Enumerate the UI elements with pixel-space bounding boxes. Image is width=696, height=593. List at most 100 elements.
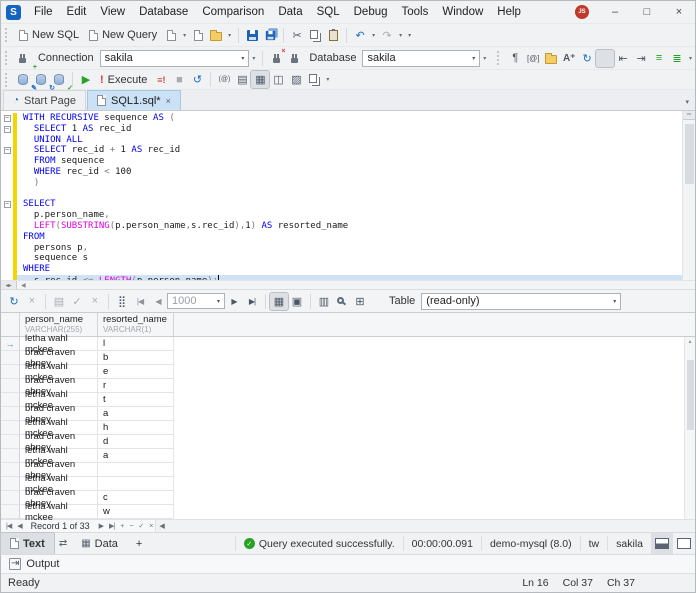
- code-line[interactable]: SELECT: [23, 199, 682, 210]
- row-selector[interactable]: [1, 477, 20, 491]
- record-cancel-button[interactable]: ×: [146, 523, 155, 530]
- page-last-button[interactable]: ▶|: [243, 293, 261, 310]
- table-row[interactable]: brad craven abneyr: [1, 379, 695, 393]
- navigate-button[interactable]: [542, 50, 560, 67]
- new-query-button[interactable]: New Query: [84, 28, 162, 42]
- grid-refresh-button[interactable]: ↻: [5, 293, 23, 310]
- code-line[interactable]: WITH RECURSIVE sequence AS (: [23, 113, 682, 124]
- record-add-button[interactable]: +: [117, 523, 126, 530]
- database-dropdown[interactable]: ▾: [480, 55, 489, 62]
- grid-cancel-button[interactable]: ×: [23, 293, 41, 310]
- export-doc-button[interactable]: ▤: [233, 71, 251, 88]
- cell-resorted-name[interactable]: w: [98, 505, 174, 519]
- table-row[interactable]: brad craven abneyb: [1, 351, 695, 365]
- uppercase-button[interactable]: A⁺: [560, 50, 578, 67]
- add-result-tab-button[interactable]: +: [127, 533, 151, 554]
- cell-resorted-name[interactable]: [98, 463, 174, 477]
- menu-tools[interactable]: Tools: [395, 1, 436, 23]
- record-prev-button[interactable]: ◀: [14, 522, 24, 530]
- new-document-dropdown[interactable]: ▾: [180, 32, 189, 39]
- profiler-button[interactable]: (@): [215, 71, 233, 88]
- row-selector[interactable]: [1, 379, 20, 393]
- layout-button[interactable]: ◫: [269, 71, 287, 88]
- scrollbar-thumb[interactable]: [685, 124, 694, 184]
- code-area[interactable]: WITH RECURSIVE sequence AS ( SELECT 1 AS…: [17, 111, 682, 280]
- row-selector[interactable]: [1, 351, 20, 365]
- editor-vertical-scrollbar[interactable]: ═: [682, 111, 695, 280]
- cell-resorted-name[interactable]: h: [98, 421, 174, 435]
- cut-button[interactable]: ✂: [288, 27, 306, 44]
- code-line[interactable]: s.rec_id <= LENGTH(p.person_name);: [17, 275, 682, 280]
- comment-button[interactable]: ¶: [506, 50, 524, 67]
- indent-increase-button[interactable]: ⇥: [632, 50, 650, 67]
- table-row[interactable]: letha wahl mckee: [1, 477, 695, 491]
- new-sql-button[interactable]: New SQL: [14, 28, 84, 42]
- scroll-left-icon[interactable]: ◀: [17, 282, 30, 289]
- fold-marker[interactable]: −: [1, 199, 13, 210]
- record-delete-button[interactable]: −: [126, 523, 135, 530]
- split-editor-handle[interactable]: ═: [683, 111, 695, 120]
- grid-export-button[interactable]: ▤: [50, 293, 68, 310]
- record-first-button[interactable]: |◀: [3, 522, 14, 530]
- cell-resorted-name[interactable]: l: [98, 337, 174, 351]
- menu-sql[interactable]: SQL: [310, 1, 347, 23]
- transpose-button[interactable]: ▥: [315, 293, 333, 310]
- format-overflow-dropdown[interactable]: ▾: [686, 55, 695, 62]
- connection-dropdown[interactable]: ▾: [249, 55, 258, 62]
- tab-start-page[interactable]: ◔ Start Page: [3, 90, 86, 110]
- page-size-select[interactable]: 1000 ▾: [167, 293, 225, 309]
- results-grid-button[interactable]: ▦: [251, 71, 269, 88]
- cell-resorted-name[interactable]: a: [98, 407, 174, 421]
- grid-search-button[interactable]: [333, 293, 351, 310]
- toolbar-grip[interactable]: [497, 51, 501, 65]
- code-line[interactable]: ): [23, 178, 682, 189]
- table-row[interactable]: letha wahl mckeet: [1, 393, 695, 407]
- table-select[interactable]: (read-only) ▾: [421, 293, 621, 310]
- tab-data[interactable]: ▦ Data: [72, 533, 127, 554]
- swap-panes-button[interactable]: ⇄: [54, 538, 72, 549]
- table-row[interactable]: letha wahl mckeeh: [1, 421, 695, 435]
- cell-resorted-name[interactable]: r: [98, 379, 174, 393]
- fold-marker[interactable]: −: [1, 124, 13, 135]
- maximize-button[interactable]: □: [631, 1, 663, 23]
- run-button[interactable]: ▶: [77, 71, 95, 88]
- new-connection-plug-button[interactable]: +: [14, 50, 32, 67]
- cell-resorted-name[interactable]: b: [98, 351, 174, 365]
- paste-button[interactable]: [324, 27, 342, 44]
- tab-text[interactable]: Text: [1, 533, 54, 554]
- row-selector[interactable]: [1, 463, 20, 477]
- split-handle[interactable]: ◂▸: [1, 281, 17, 289]
- menu-window[interactable]: Window: [435, 1, 490, 23]
- refresh-code-button[interactable]: ↻: [578, 50, 596, 67]
- row-selector[interactable]: [1, 491, 20, 505]
- table-row[interactable]: letha wahl mckeea: [1, 449, 695, 463]
- page-first-button[interactable]: |◀: [131, 293, 149, 310]
- block-indent-button[interactable]: ≣: [668, 50, 686, 67]
- new-document-button[interactable]: [162, 27, 180, 44]
- table-row[interactable]: brad craven abney: [1, 463, 695, 477]
- output-panel-tab[interactable]: ⇥ Output: [1, 554, 695, 573]
- table-row[interactable]: brad craven abneyd: [1, 435, 695, 449]
- indent-decrease-button[interactable]: ⇤: [614, 50, 632, 67]
- record-next-button[interactable]: ▶: [96, 522, 106, 530]
- code-line[interactable]: FROM sequence: [23, 156, 682, 167]
- code-line[interactable]: p.person_name,: [23, 210, 682, 221]
- save-button[interactable]: [243, 27, 261, 44]
- grid-revert-button[interactable]: ×: [86, 293, 104, 310]
- menu-file[interactable]: File: [27, 1, 60, 23]
- menu-edit[interactable]: Edit: [60, 1, 94, 23]
- open-file-dropdown[interactable]: ▾: [225, 32, 234, 39]
- split-horizontal-button[interactable]: [651, 533, 673, 554]
- row-selector[interactable]: [1, 449, 20, 463]
- tab-close-icon[interactable]: ×: [166, 96, 171, 106]
- database-select[interactable]: sakila ▾: [362, 50, 480, 67]
- cell-person-name[interactable]: letha wahl mckee: [20, 505, 98, 519]
- window-mode-dropdown[interactable]: ▾: [323, 76, 332, 83]
- grid-body[interactable]: →letha wahl mckeelbrad craven abneybleth…: [1, 337, 695, 519]
- code-line[interactable]: sequence s: [23, 253, 682, 264]
- page-next-button[interactable]: ▶: [225, 293, 243, 310]
- grid-options-button[interactable]: ⊞: [351, 293, 369, 310]
- redo-button[interactable]: ↷: [378, 27, 396, 44]
- cell-resorted-name[interactable]: e: [98, 365, 174, 379]
- code-line[interactable]: UNION ALL: [23, 135, 682, 146]
